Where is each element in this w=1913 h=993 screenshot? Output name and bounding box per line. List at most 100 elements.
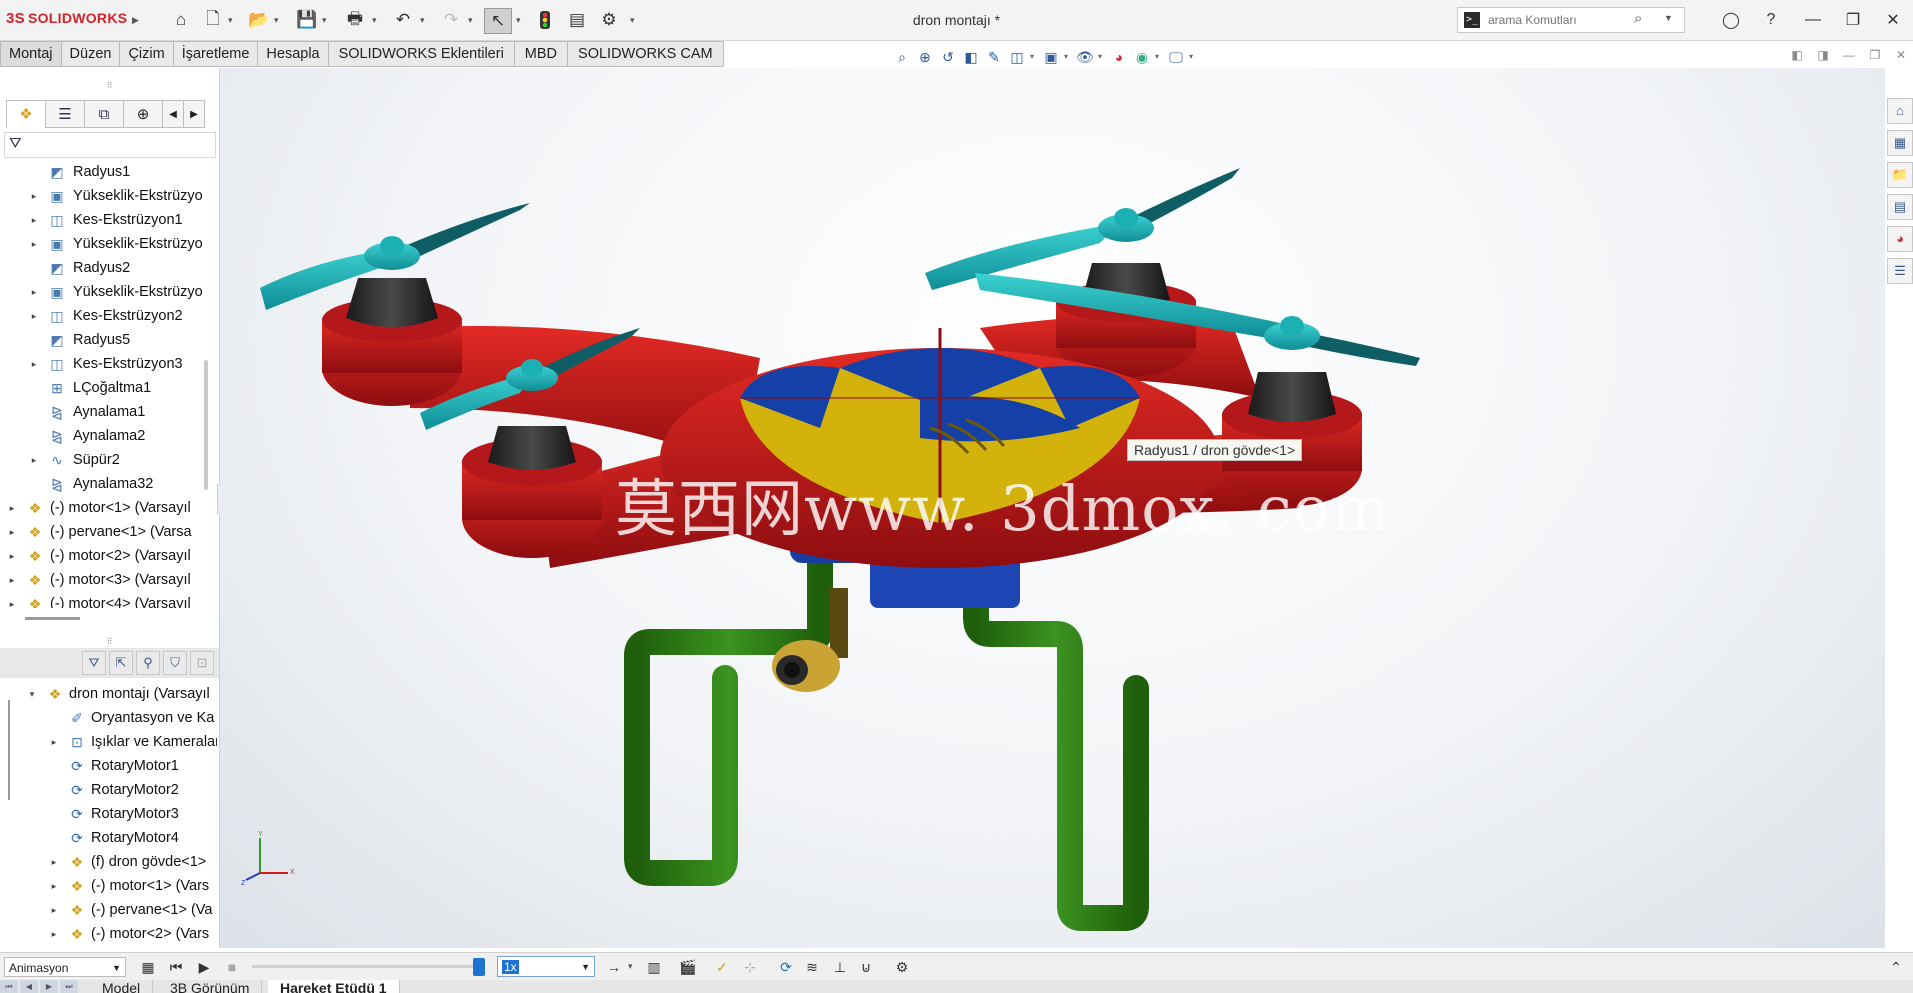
tree-item[interactable]: ◩ Radyus5 (0, 328, 217, 352)
study-type-select[interactable]: Animasyon ▼ (4, 957, 126, 977)
select-dropdown-caret[interactable]: ▾ (516, 15, 521, 26)
filter-funnel-icon[interactable]: ⛛ (9, 135, 22, 152)
expand-arrow-icon[interactable]: ▸ (28, 280, 40, 304)
zoom-to-fit-icon[interactable]: ⌕ (892, 47, 912, 67)
motion-tree-item[interactable]: ✐ Oryantasyon ve Ka (0, 706, 217, 730)
expand-arrow-icon[interactable]: ▸ (48, 898, 60, 922)
tree-item[interactable]: ⧎ Aynalama2 (0, 424, 217, 448)
motion-tree-item[interactable]: ▸ ❖ (f) dron gövde<1> (0, 850, 217, 874)
animation-wizard-icon[interactable]: 🎬 (678, 957, 698, 977)
new-dropdown-caret[interactable]: ▾ (228, 15, 233, 26)
calculate-icon[interactable]: ▦ (138, 957, 158, 977)
motor-icon[interactable]: ⟳ (776, 957, 796, 977)
motion-tree-view-icon[interactable]: ⚲ (136, 651, 160, 675)
save-icon[interactable]: 💾 (294, 8, 320, 32)
view-settings-icon[interactable]: 🖵 (1166, 47, 1186, 67)
expand-arrow-icon[interactable]: ▸ (28, 184, 40, 208)
play-icon[interactable]: ▶ (194, 957, 214, 977)
print-icon[interactable]: 🖶 (342, 8, 368, 32)
playback-mode-caret[interactable]: ▾ (628, 961, 633, 972)
expand-arrow-icon[interactable]: ▸ (28, 208, 40, 232)
expand-arrow-icon[interactable]: ▸ (6, 544, 18, 568)
dynamic-annotation-icon[interactable]: ✎ (984, 47, 1004, 67)
file-properties-icon[interactable]: ▤ (564, 8, 590, 32)
expand-arrow-icon[interactable]: ▸ (6, 520, 18, 544)
tree-horizontal-scrollbar[interactable] (25, 617, 80, 620)
expand-arrow-icon[interactable]: ▸ (28, 448, 40, 472)
spring-icon[interactable]: ≋ (802, 957, 822, 977)
expand-arrow-icon[interactable]: ▸ (48, 874, 60, 898)
motion-tree-item[interactable]: ⟳ RotaryMotor3 (0, 802, 217, 826)
expand-arrow-icon[interactable]: ▸ (6, 592, 18, 608)
expand-arrow-icon[interactable]: ▸ (28, 232, 40, 256)
redo-dropdown-caret[interactable]: ▾ (468, 15, 473, 26)
tree-item[interactable]: ▸ ❖ (-) motor<4> (Varsayıl (0, 592, 217, 608)
tree-filter-box[interactable]: ⛛ (4, 132, 216, 158)
expand-arrow-icon[interactable]: ▸ (28, 304, 40, 328)
edit-appearance-icon[interactable]: ◕ (1109, 47, 1129, 67)
search-icon[interactable]: ⌕ (1634, 10, 1642, 27)
zoom-to-area-icon[interactable]: ⊕ (915, 47, 935, 67)
redo-icon[interactable]: ↷ (438, 8, 464, 32)
tab-hareket-etudu-1[interactable]: Hareket Etüdü 1 (268, 980, 400, 993)
playback-slider-thumb[interactable] (473, 958, 485, 976)
print-dropdown-caret[interactable]: ▾ (372, 15, 377, 26)
property-manager-tab-icon[interactable]: ☰ (45, 100, 85, 128)
open-dropdown-caret[interactable]: ▾ (274, 15, 279, 26)
view-orientation-caret[interactable]: ▾ (1030, 47, 1038, 69)
tab-solidworks-eklentileri[interactable]: SOLIDWORKS Eklentileri (327, 41, 515, 67)
save-dropdown-caret[interactable]: ▾ (322, 15, 327, 26)
tree-item[interactable]: ▸ ◫ Kes-Ekstrüzyon3 (0, 352, 217, 376)
tree-item[interactable]: ⧎ Aynalama32 (0, 472, 217, 496)
display-style-caret[interactable]: ▾ (1064, 47, 1072, 69)
first-tab-arrow-icon[interactable]: ⏮ (0, 980, 18, 993)
tab-scroll-left-icon[interactable]: ◀ (162, 100, 184, 128)
user-account-icon[interactable]: ◯ (1716, 8, 1746, 32)
tab-scroll-right-icon[interactable]: ▶ (183, 100, 205, 128)
tab-hesapla[interactable]: Hesapla (257, 41, 329, 67)
display-style-icon[interactable]: ▣ (1041, 47, 1061, 67)
damper-icon[interactable]: ⊥ (830, 957, 850, 977)
last-tab-arrow-icon[interactable]: ⏭ (60, 980, 78, 993)
collapse-items-icon[interactable]: ⇱ (109, 651, 133, 675)
tree-item[interactable]: ▸ ❖ (-) motor<2> (Varsayıl (0, 544, 217, 568)
save-animation-icon[interactable]: ▥ (644, 957, 664, 977)
minimize-window-icon[interactable]: — (1798, 8, 1828, 32)
panel-split-grip[interactable]: ⠿ (0, 80, 219, 92)
motion-tree-item[interactable]: ▾ ❖ dron montajı (Varsayıl (0, 682, 217, 706)
undo-icon[interactable]: ↶ (390, 8, 416, 32)
tree-item[interactable]: ▸ ◫ Kes-Ekstrüzyon2 (0, 304, 217, 328)
tree-item[interactable]: ▸ ▣ Yükseklik-Ekstrüzyo (0, 280, 217, 304)
custom-properties-icon[interactable]: ☰ (1887, 258, 1913, 284)
tree-item[interactable]: ▸ ▣ Yükseklik-Ekstrüzyo (0, 184, 217, 208)
solidworks-resources-icon[interactable]: ⌂ (1887, 98, 1913, 124)
select-pointer-icon[interactable]: ↖ (484, 8, 512, 34)
motion-tree-scrollbar[interactable] (8, 700, 10, 800)
tab-model[interactable]: Model (90, 980, 154, 993)
new-document-icon[interactable]: 🗋 (200, 8, 226, 32)
expand-arrow-icon[interactable]: ▸ (28, 352, 40, 376)
expand-arrow-icon[interactable]: ▸ (6, 496, 18, 520)
filter-options-icon[interactable]: ⛉ (163, 651, 187, 675)
tree-item[interactable]: ⊞ LÇoğaltma1 (0, 376, 217, 400)
view-orientation-icon[interactable]: ◫ (1007, 47, 1027, 67)
expand-arrow-icon[interactable]: ▸ (48, 922, 60, 946)
view-palette-icon[interactable]: ▤ (1887, 194, 1913, 220)
tab-isaretleme[interactable]: İşaretleme (172, 41, 259, 67)
search-input[interactable] (1486, 10, 1630, 30)
undo-dropdown-caret[interactable]: ▾ (420, 15, 425, 26)
disabled-tool-icon[interactable]: ⊡ (190, 651, 214, 675)
tree-item[interactable]: ▸ ∿ Süpür2 (0, 448, 217, 472)
contact-icon[interactable]: ⊍ (856, 957, 876, 977)
expand-arrow-icon[interactable]: ▸ (48, 850, 60, 874)
expand-motion-manager-icon[interactable]: ⌃ (1886, 957, 1906, 977)
appearances-scenes-icon[interactable]: ◕ (1887, 226, 1913, 252)
playback-timeline-track[interactable] (252, 965, 477, 968)
hide-show-items-icon[interactable]: 👁 (1075, 47, 1095, 67)
menu-expand-arrow[interactable]: ▶ (132, 15, 139, 26)
next-tab-arrow-icon[interactable]: ▶ (40, 980, 58, 993)
tab-duzen[interactable]: Düzen (60, 41, 121, 67)
options-dropdown-caret[interactable]: ▾ (630, 15, 635, 26)
open-folder-icon[interactable]: 📂 (246, 8, 272, 32)
tab-solidworks-cam[interactable]: SOLIDWORKS CAM (567, 41, 724, 67)
